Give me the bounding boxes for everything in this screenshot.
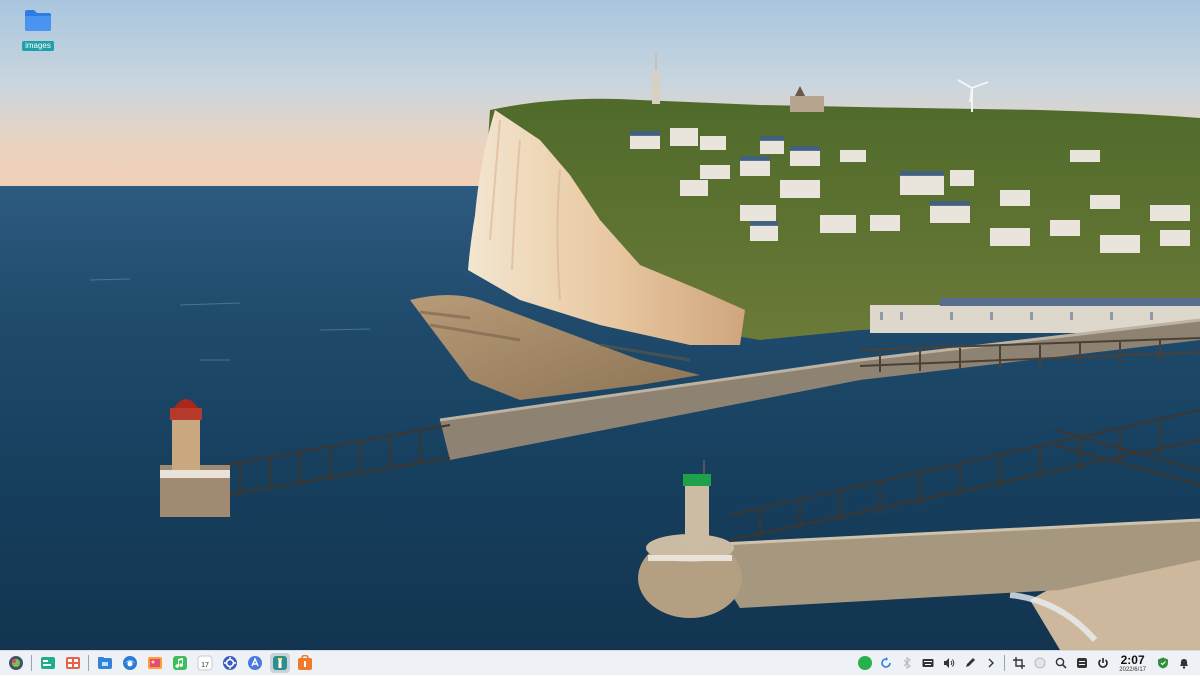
folder-icon	[25, 10, 51, 31]
volume-icon[interactable]	[940, 654, 958, 672]
right-lighthouse	[683, 460, 711, 546]
clock-date: 2022/6/17	[1119, 666, 1146, 673]
coastal-scene	[89, 52, 1200, 650]
bluetooth-icon[interactable]	[898, 654, 916, 672]
multitask-view-icon[interactable]	[38, 653, 58, 673]
app-store-icon[interactable]	[245, 653, 265, 673]
settings-icon[interactable]	[220, 653, 240, 673]
desktop-icon-label: images	[22, 41, 54, 51]
photos-icon[interactable]	[145, 653, 165, 673]
workspace-grid-icon[interactable]	[63, 653, 83, 673]
globe-icon[interactable]	[1031, 654, 1049, 672]
music-icon[interactable]	[170, 653, 190, 673]
desktop-folder-images[interactable]: images	[20, 8, 56, 53]
taskbar-separator	[88, 655, 89, 671]
security-shield-icon[interactable]	[1154, 654, 1172, 672]
launcher-icon[interactable]	[6, 653, 26, 673]
taskbar-separator	[31, 655, 32, 671]
taskbar-apps: 17	[0, 651, 317, 676]
bell-icon[interactable]	[1175, 654, 1193, 672]
keyboard-icon[interactable]	[919, 654, 937, 672]
radio-tower	[652, 70, 660, 104]
left-lighthouse	[170, 399, 202, 470]
shop-icon[interactable]	[295, 653, 315, 673]
calendar-day: 17	[201, 662, 209, 669]
power-icon[interactable]	[1094, 654, 1112, 672]
desktop-wallpaper	[0, 0, 1200, 650]
screenshot-icon[interactable]	[1010, 654, 1028, 672]
file-manager-icon[interactable]	[95, 653, 115, 673]
search-icon[interactable]	[1052, 654, 1070, 672]
wooden-pier-left	[224, 424, 451, 496]
wechat-icon[interactable]	[856, 654, 874, 672]
browser-icon[interactable]	[120, 653, 140, 673]
tray-separator	[1004, 655, 1006, 671]
clock-time: 2:07	[1120, 652, 1145, 667]
calendar-icon[interactable]: 17	[195, 653, 215, 673]
system-tray: 2:07 2022/6/17	[854, 651, 1200, 676]
sync-icon[interactable]	[877, 654, 895, 672]
church	[790, 96, 824, 112]
notification-center-icon[interactable]	[1073, 654, 1091, 672]
lighthouse-app-icon[interactable]	[269, 653, 290, 673]
pen-icon[interactable]	[961, 654, 979, 672]
taskbar: 17 2:07 2022/6/17	[0, 650, 1200, 675]
expand-arrow-icon[interactable]	[982, 654, 1000, 672]
wind-turbine	[957, 79, 989, 112]
wooden-pier-right	[729, 409, 1200, 541]
system-clock[interactable]: 2:07 2022/6/17	[1119, 654, 1146, 673]
